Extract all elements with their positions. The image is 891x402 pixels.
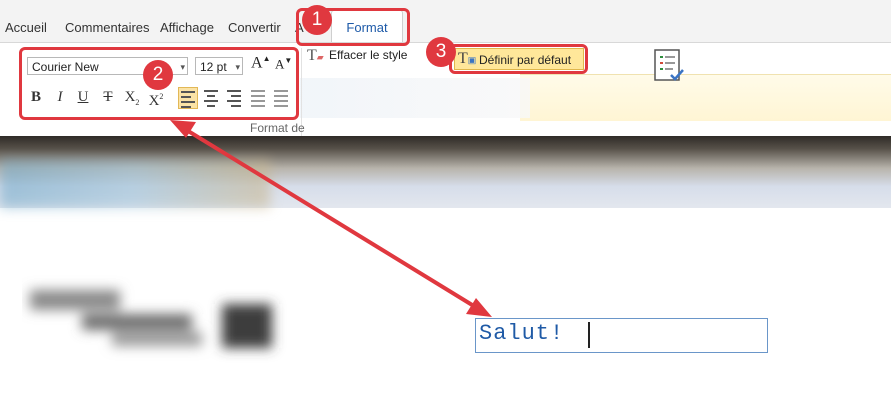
- step-badge-1: 1: [302, 5, 332, 35]
- step-badge-2: 2: [143, 60, 173, 90]
- step-badge-3: 3: [426, 37, 456, 67]
